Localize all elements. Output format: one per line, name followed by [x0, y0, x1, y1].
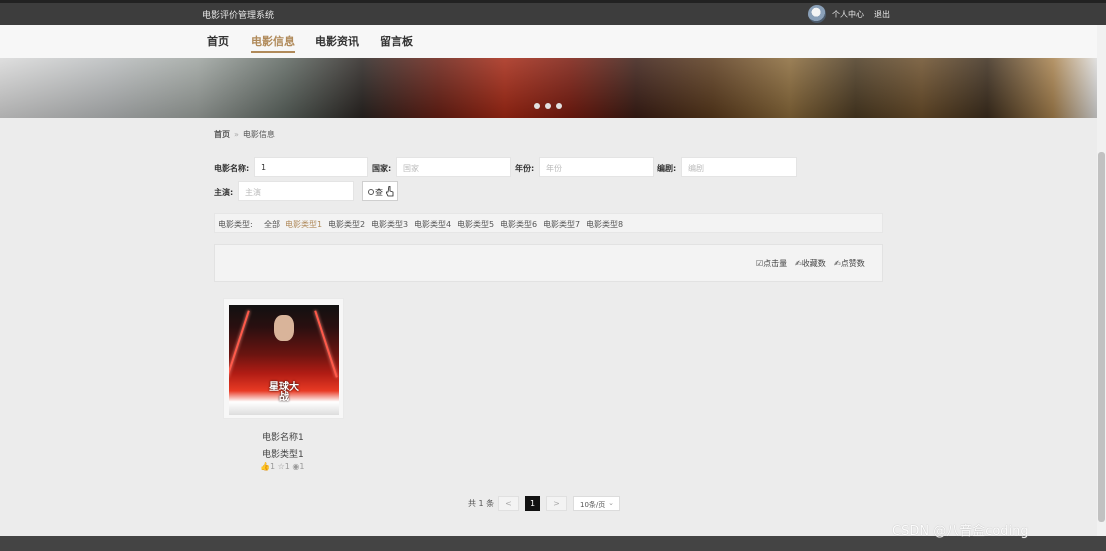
- type-option-5[interactable]: 电影类型5: [457, 219, 494, 230]
- page-size-select[interactable]: 10条/页 ⌄: [573, 496, 620, 511]
- movie-type-label: 电影类型:: [218, 220, 253, 229]
- year-label: 年份:: [515, 164, 535, 173]
- pager-total: 共 1 条: [468, 499, 495, 508]
- type-option-6[interactable]: 电影类型6: [500, 219, 537, 230]
- poster-title: 星球大战: [269, 382, 299, 403]
- breadcrumb-separator: »: [234, 130, 239, 139]
- movie-stats: 👍1 ☆1 ◉1: [260, 462, 305, 471]
- page-scrollbar[interactable]: [1097, 25, 1106, 536]
- movie-name-input[interactable]: 1: [254, 157, 368, 177]
- user-avatar-icon[interactable]: [808, 5, 826, 23]
- pager-current-page[interactable]: 1: [525, 496, 540, 511]
- carousel-dot[interactable]: [556, 103, 562, 109]
- banner-carousel[interactable]: [0, 58, 1097, 118]
- nav-message-board[interactable]: 留言板: [380, 33, 413, 49]
- actor-input[interactable]: 主演: [238, 181, 354, 201]
- poster-decoration: [274, 315, 294, 341]
- site-brand: 电影评价管理系统: [202, 11, 275, 21]
- type-option-2[interactable]: 电影类型2: [328, 219, 365, 230]
- movie-name-label: 电影名称:: [214, 164, 250, 173]
- chevron-down-icon: ⌄: [608, 499, 614, 507]
- scrollbar-thumb[interactable]: [1098, 152, 1105, 522]
- breadcrumb: 首页 » 电影信息: [214, 129, 275, 140]
- movie-card[interactable]: 星球大战: [223, 298, 344, 419]
- type-option-1[interactable]: 电影类型1: [285, 219, 322, 230]
- carousel-dot[interactable]: [545, 103, 551, 109]
- type-option-all[interactable]: 全部: [264, 219, 280, 230]
- breadcrumb-current: 电影信息: [242, 130, 275, 139]
- actor-label: 主演:: [214, 188, 234, 197]
- nav-home[interactable]: 首页: [207, 33, 229, 49]
- poster-decoration: [314, 310, 338, 378]
- country-label: 国家:: [372, 164, 392, 173]
- top-bar: 电影评价管理系统 个人中心 退出: [0, 0, 1106, 25]
- director-label: 编剧:: [657, 164, 677, 173]
- pager-next-button[interactable]: >: [546, 496, 567, 511]
- search-icon: [368, 189, 374, 195]
- movie-name[interactable]: 电影名称1: [262, 430, 304, 443]
- sort-bar: ☑点击量 ✍收藏数 ✍点赞数: [214, 244, 883, 282]
- breadcrumb-home[interactable]: 首页: [214, 130, 230, 139]
- nav-movie-info[interactable]: 电影信息: [251, 33, 295, 53]
- sort-by-clicks[interactable]: ☑点击量: [756, 258, 787, 269]
- director-input[interactable]: 编剧: [681, 157, 797, 177]
- poster-decoration: [229, 310, 250, 378]
- type-option-4[interactable]: 电影类型4: [414, 219, 451, 230]
- movie-type: 电影类型1: [262, 450, 304, 460]
- movie-type-filter: 电影类型: 全部 电影类型1 电影类型2 电影类型3 电影类型4 电影类型5 电…: [214, 213, 883, 233]
- search-button-label: 查: [375, 188, 383, 197]
- sort-by-likes[interactable]: ✍点赞数: [834, 258, 865, 269]
- year-input[interactable]: 年份: [539, 157, 654, 177]
- watermark: CSDN @八音盒coding: [892, 524, 1029, 539]
- hand-cursor-icon: [386, 186, 394, 197]
- type-option-3[interactable]: 电影类型3: [371, 219, 408, 230]
- sort-by-favorites[interactable]: ✍收藏数: [795, 258, 826, 269]
- user-center-link[interactable]: 个人中心: [832, 9, 864, 20]
- carousel-dot[interactable]: [534, 103, 540, 109]
- nav-movie-news[interactable]: 电影资讯: [315, 33, 359, 49]
- main-nav: 首页 电影信息 电影资讯 留言板: [0, 25, 1106, 58]
- pager-prev-button[interactable]: <: [498, 496, 519, 511]
- type-option-7[interactable]: 电影类型7: [543, 219, 580, 230]
- logout-link[interactable]: 退出: [874, 9, 890, 20]
- page-size-value: 10条/页: [580, 501, 606, 509]
- banner-image: [0, 58, 1097, 118]
- type-option-8[interactable]: 电影类型8: [586, 219, 623, 230]
- movie-poster[interactable]: 星球大战: [229, 305, 339, 415]
- country-input[interactable]: 国家: [396, 157, 511, 177]
